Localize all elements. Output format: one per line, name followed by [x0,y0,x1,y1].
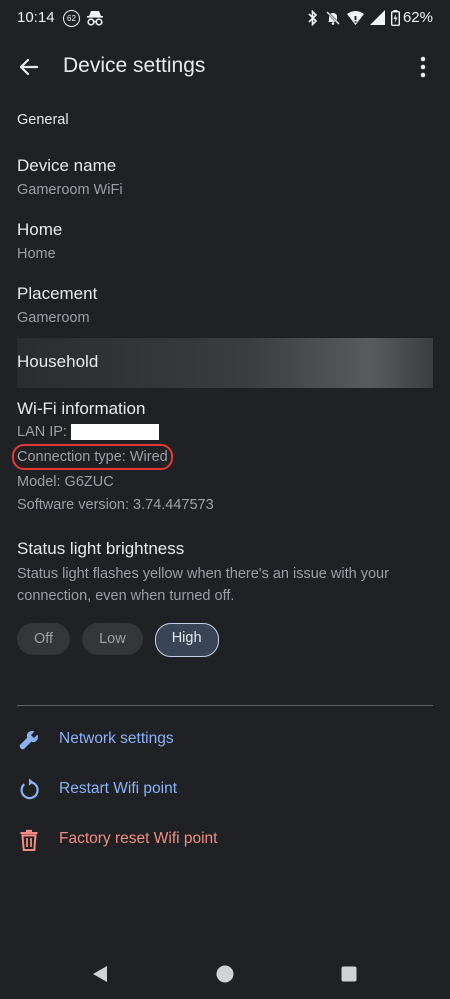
home-setting[interactable]: Home Home [17,219,433,265]
section-header-general: General [17,112,69,128]
factory-reset-action[interactable]: Factory reset Wifi point [17,820,433,860]
network-settings-label: Network settings [59,730,174,747]
trash-icon [20,829,38,851]
nav-recents-icon[interactable] [341,966,357,982]
status-light-description: Status light flashes yellow when there's… [17,566,389,604]
restart-wifi-point-action[interactable]: Restart Wifi point [17,770,433,810]
restart-label: Restart Wifi point [59,780,178,797]
wrench-icon [19,731,38,750]
incognito-icon [86,10,104,31]
battery-percentage: 62% [402,9,433,26]
cell-signal-icon [369,10,385,25]
wifi-information: Wi-Fi information LAN IP: Connection typ… [12,398,433,516]
status-indicators: 62% [301,9,433,26]
status-bar: 10:14 62 62% [0,0,450,38]
nav-home-icon[interactable] [216,965,234,983]
overflow-menu-button[interactable] [413,56,433,78]
system-nav-bar [0,950,450,999]
connection-type: Connection type: Wired [17,449,168,465]
wifi-signal-icon [346,10,364,25]
divider [17,705,433,706]
home-value: Home [17,246,56,262]
home-title: Home [17,220,63,239]
household-title: Household [17,352,99,371]
device-name-setting[interactable]: Device name Gameroom WiFi [17,155,433,201]
device-name-title: Device name [17,156,117,175]
connection-type-row: Connection type: Wired [12,444,433,470]
notification-count-badge: 62 [63,10,80,27]
placement-setting[interactable]: Placement Gameroom [17,283,433,329]
lan-ip-label: LAN IP: [17,424,67,440]
wifi-info-title: Wi-Fi information [17,399,146,418]
restart-icon [20,778,39,800]
more-vert-icon [420,56,426,78]
factory-reset-label: Factory reset Wifi point [59,830,218,847]
page-title: Device settings [63,54,206,77]
placement-title: Placement [17,284,98,303]
status-light-title: Status light brightness [17,539,185,558]
brightness-options: Off Low High [17,623,231,657]
status-light-section: Status light brightness Status light fla… [17,538,433,607]
lan-ip-redaction [70,424,159,441]
lan-ip-row: LAN IP: [17,421,433,443]
brightness-low-chip[interactable]: Low [82,623,143,655]
nav-back-icon[interactable] [91,965,109,983]
mute-icon [326,10,340,25]
connection-type-highlight: Connection type: Wired [12,444,173,470]
brightness-off-chip[interactable]: Off [17,623,71,655]
placement-value: Gameroom [17,310,90,326]
back-button[interactable] [16,54,42,80]
brightness-high-chip[interactable]: High [154,623,219,657]
device-name-value: Gameroom WiFi [17,182,123,198]
battery-icon [390,9,400,26]
software-version: Software version: 3.74.447573 [17,497,214,513]
bluetooth-icon [308,9,318,26]
app-bar: Device settings [0,38,450,96]
network-settings-action[interactable]: Network settings [17,720,433,760]
status-time: 10:14 [17,9,55,26]
back-arrow-icon [19,58,39,76]
household-setting[interactable]: Household [17,338,433,388]
model: Model: G6ZUC [17,474,114,490]
